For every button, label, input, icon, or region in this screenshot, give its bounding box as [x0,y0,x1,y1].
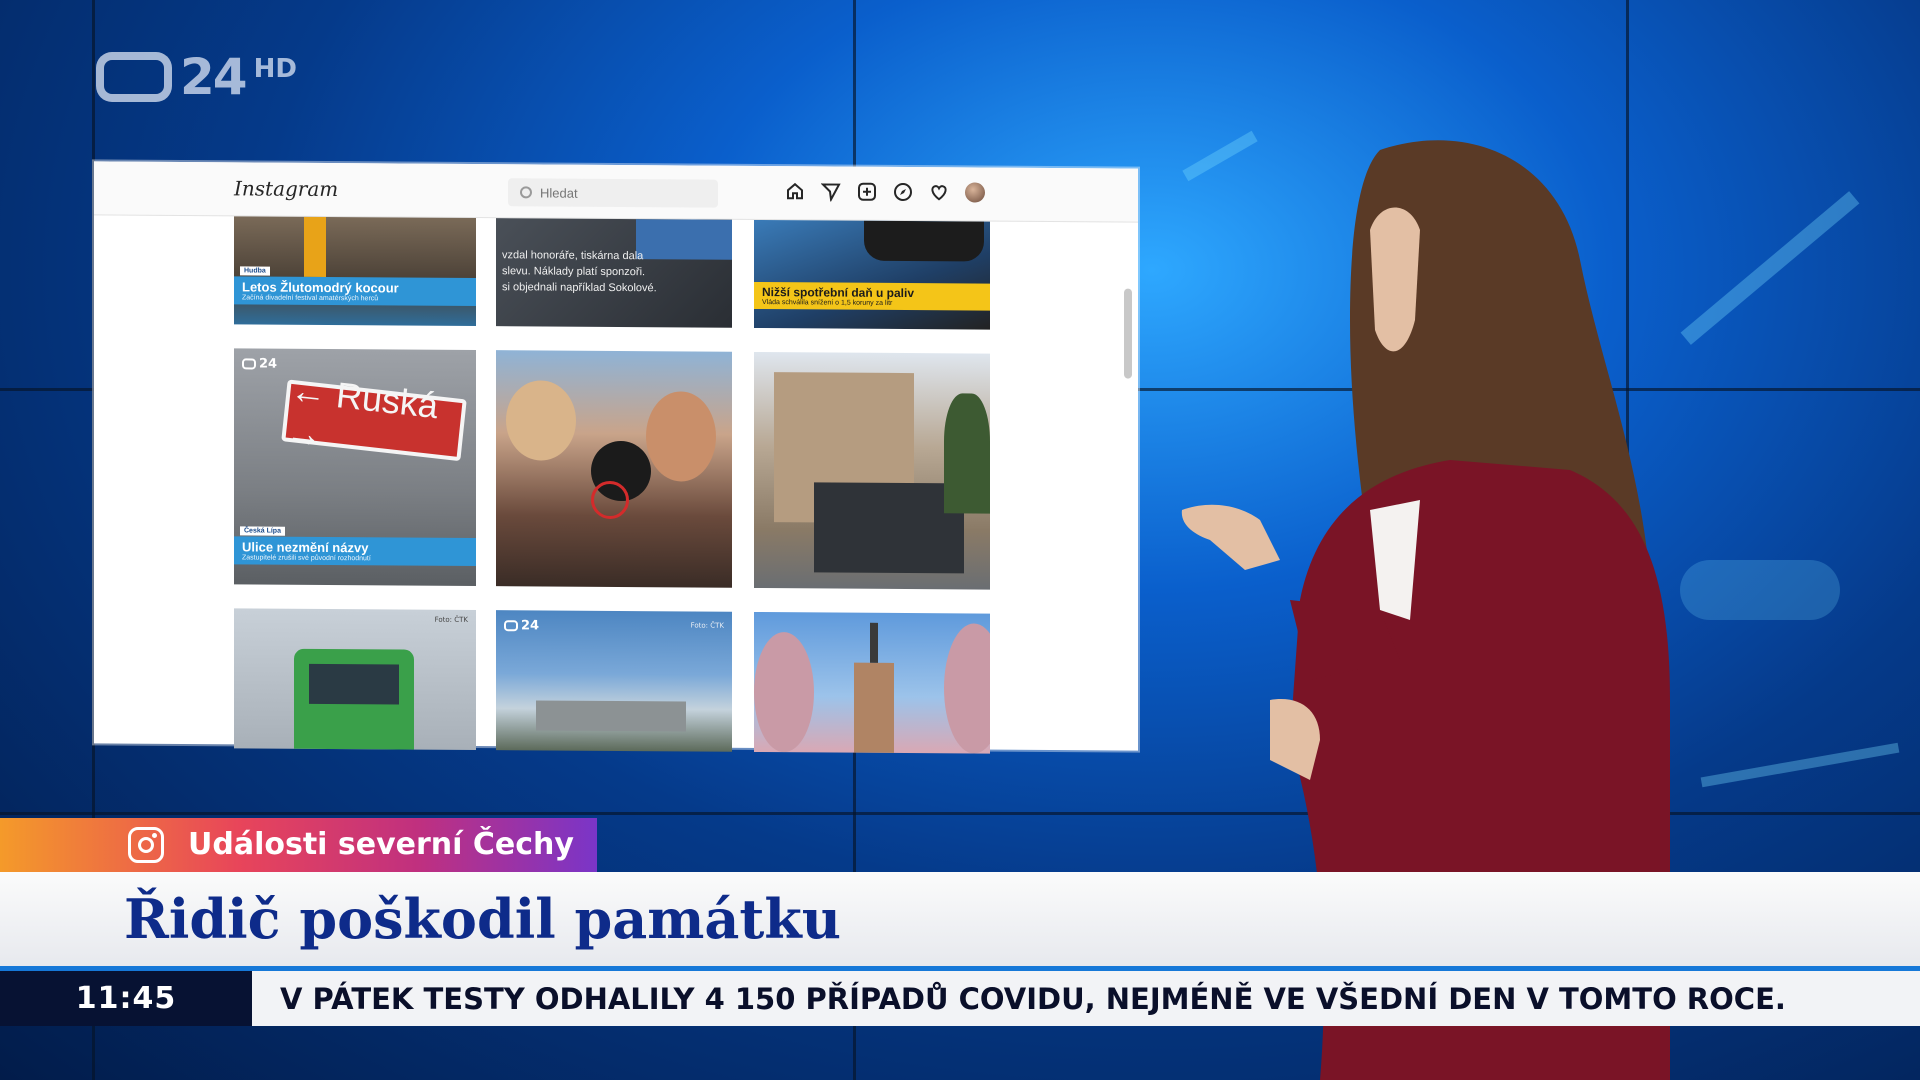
post-tile-truck[interactable] [754,351,990,590]
street-sign: ← Ruská → [281,369,467,462]
ticker-time: 11:45 [0,971,252,1026]
post-title: Nižší spotřební daň u paliv [762,285,915,301]
post-title: Ulice nezmění názvy [242,539,369,556]
search-input[interactable] [540,184,690,202]
post-tile-festival[interactable]: Hudba Letos Žlutomodrý kocour Začíná div… [234,216,476,327]
nav-icons [784,180,986,203]
photo-detail [870,622,878,663]
news-ticker: 11:45 V PÁTEK TESTY ODHALILY 4 150 PŘÍPA… [0,966,1920,1026]
source-label: Události severní Čechy [188,827,574,862]
post-tile-text[interactable]: vzdal honoráře, tiskárna dala slevu. Nák… [496,218,732,328]
photo-detail [754,631,814,753]
photo-detail [536,700,686,732]
profile-avatar[interactable] [964,181,986,203]
post-tile-bus[interactable]: Foto: ČTK [234,608,476,751]
photo-detail [864,220,984,262]
instagram-icon [128,827,164,863]
channel-logo: 24 HD [96,52,297,102]
post-caption: Letos Žlutomodrý kocour Začíná divadelní… [234,276,476,307]
photo-detail [646,391,716,482]
post-subtitle: Vláda schválila snížení o 1,5 koruny za … [762,299,893,307]
ct-logo-icon [96,52,172,102]
instagram-topbar: Instagram [94,161,1138,223]
instagram-window: Instagram Hledat Hudba Letos Žlutomodrý … [94,161,1138,754]
hd-badge: HD [253,54,297,84]
badge-number: 24 [521,618,540,634]
direct-icon[interactable] [820,180,842,202]
post-tile-plant[interactable]: 24 Foto: ČTK [496,610,732,752]
photo-detail [506,380,576,461]
photo-detail [309,663,399,705]
ct24-badge: 24 [242,356,278,372]
photo-detail [304,216,326,277]
instagram-wordmark[interactable]: Instagram [234,176,338,201]
photo-detail [814,482,964,574]
photo-detail [854,662,894,753]
search-icon [520,186,532,199]
scrollbar-thumb[interactable] [1124,288,1132,379]
post-tile-tower[interactable] [754,611,990,754]
post-text-line: slevu. Náklady platí sponzoři. [502,265,646,279]
post-caption: Nižší spotřební daň u paliv Vláda schvál… [754,281,990,311]
post-caption: Ulice nezmění názvy Zastupitelé zrušili … [234,536,476,567]
post-tile-dog[interactable] [496,350,732,588]
channel-number: 24 [180,48,248,106]
ct24-badge: 24 [504,618,539,633]
photo-credit: Foto: ČTK [434,615,468,624]
explore-icon[interactable] [892,181,914,203]
photo-credit: Foto: ČTK [690,621,724,630]
source-bar: Události severní Čechy [0,818,597,872]
activity-heart-icon[interactable] [928,181,950,203]
photo-detail [591,480,629,520]
post-subtitle: Začíná divadelní festival amatérských he… [242,294,379,303]
new-post-icon[interactable] [856,181,878,203]
post-title: Letos Žlutomodrý kocour [242,279,399,296]
post-tag: Hudba [240,266,270,276]
post-tile-fuel[interactable]: Nižší spotřební daň u paliv Vláda schvál… [754,219,990,330]
background-graphic [1700,742,1900,788]
badge-number: 24 [259,356,278,372]
post-text-line: si objednali například Sokolové. [502,281,657,295]
search-box[interactable] [508,178,718,208]
ticker-text: V PÁTEK TESTY ODHALILY 4 150 PŘÍPADŮ COV… [280,981,1786,1016]
post-tag: Česká Lípa [240,526,285,536]
post-subtitle: Zastupitelé zrušili své původní rozhodnu… [242,554,371,563]
post-tile-street[interactable]: 24 ← Ruská → Česká Lípa Ulice nezmění ná… [234,348,476,587]
photo-detail [944,393,990,514]
headline-bar: Řidič poškodil památku [0,872,1920,966]
photo-detail [944,623,990,754]
headline: Řidič poškodil památku [124,887,842,951]
post-text-line: vzdal honoráře, tiskárna dala [502,249,644,263]
home-icon[interactable] [784,180,806,202]
